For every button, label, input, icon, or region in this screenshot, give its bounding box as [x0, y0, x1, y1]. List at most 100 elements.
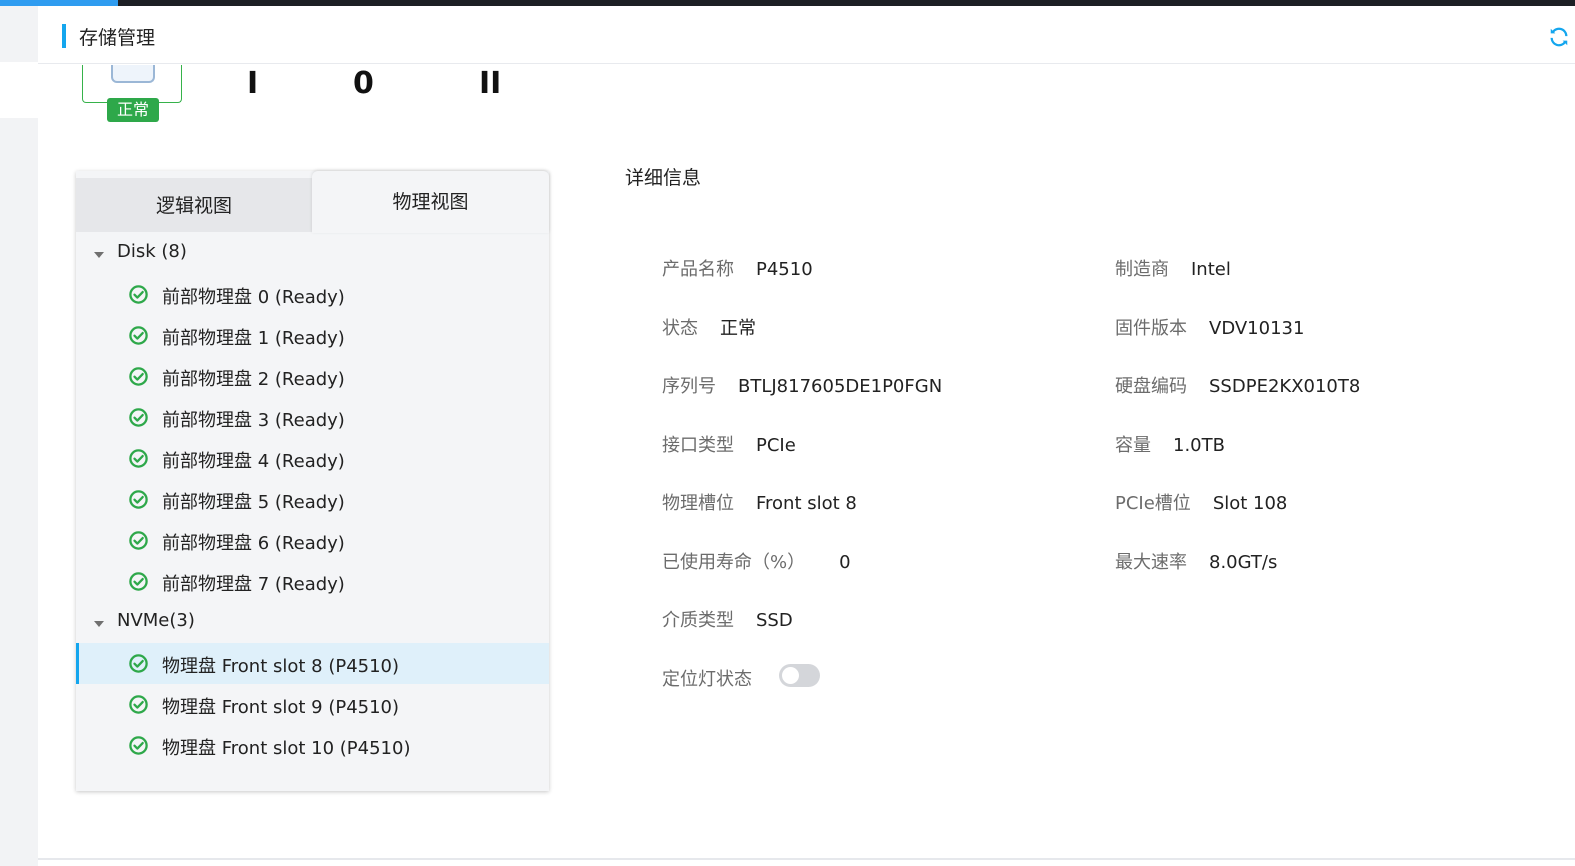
field-life-used: 已使用寿命（%） 0 — [662, 548, 851, 574]
tree-group-label: Disk (8) — [117, 241, 187, 262]
field-label: 状态 — [662, 318, 698, 339]
field-value: 1.0TB — [1173, 435, 1225, 456]
check-circle-icon — [128, 366, 149, 387]
check-circle-icon — [128, 284, 149, 305]
summary-glyph: II — [479, 66, 502, 101]
check-circle-icon — [128, 530, 149, 551]
field-label: 最大速率 — [1115, 552, 1187, 573]
tree-node[interactable]: 前部物理盘 3 (Ready) — [76, 397, 549, 438]
field-manufacturer: 制造商 Intel — [1115, 255, 1231, 281]
left-gutter-tab — [0, 62, 38, 118]
tree-node-label: 前部物理盘 5 (Ready) — [162, 492, 345, 513]
field-label: 序列号 — [662, 376, 716, 397]
tree-node[interactable]: 前部物理盘 0 (Ready) — [76, 274, 549, 315]
field-label: 定位灯状态 — [662, 669, 752, 690]
toggle-knob — [782, 667, 799, 684]
field-product-name: 产品名称 P4510 — [662, 255, 813, 281]
tree-node[interactable]: 前部物理盘 5 (Ready) — [76, 479, 549, 520]
details-title: 详细信息 — [625, 167, 702, 189]
field-label: 产品名称 — [662, 259, 734, 280]
field-value: BTLJ817605DE1P0FGN — [738, 376, 943, 397]
check-circle-icon — [128, 735, 149, 756]
check-circle-icon — [128, 489, 149, 510]
check-circle-icon — [128, 448, 149, 469]
tree-node-label: 前部物理盘 4 (Ready) — [162, 451, 345, 472]
tree-group-label: NVMe(3) — [117, 610, 195, 631]
field-value: P4510 — [756, 259, 813, 280]
field-value: SSD — [756, 610, 793, 631]
check-circle-icon — [128, 407, 149, 428]
tree-node-label: 前部物理盘 2 (Ready) — [162, 369, 345, 390]
tree-node[interactable]: 前部物理盘 2 (Ready) — [76, 356, 549, 397]
tree-node-label: 前部物理盘 1 (Ready) — [162, 328, 345, 349]
tree-group[interactable]: NVMe(3) — [76, 602, 549, 643]
field-media-type: 介质类型 SSD — [662, 606, 793, 632]
field-value: 正常 — [720, 318, 756, 339]
tab-physical-view[interactable]: 物理视图 — [312, 171, 549, 233]
tab-logical-view[interactable]: 逻辑视图 — [76, 178, 312, 232]
field-disk-model: 硬盘编码 SSDPE2KX010T8 — [1115, 372, 1360, 398]
summary-glyph: 0 — [353, 66, 374, 101]
disk-icon — [111, 65, 155, 83]
page-title: 存储管理 — [79, 27, 156, 49]
tree-node-label: 物理盘 Front slot 8 (P4510) — [162, 656, 400, 677]
header-accent-bar — [62, 24, 66, 48]
field-label: 固件版本 — [1115, 318, 1187, 339]
tree-node-label: 前部物理盘 3 (Ready) — [162, 410, 345, 431]
field-value: Front slot 8 — [756, 493, 857, 514]
caret-down-icon[interactable] — [94, 252, 104, 258]
tree-node[interactable]: 物理盘 Front slot 10 (P4510) — [76, 725, 549, 766]
check-circle-icon — [128, 694, 149, 715]
field-value: PCIe — [756, 435, 796, 456]
refresh-icon[interactable] — [1548, 26, 1570, 48]
device-tree: Disk (8) 前部物理盘 0 (Ready) 前部物理盘 1 (Ready) 前部… — [76, 233, 549, 766]
field-value: VDV10131 — [1209, 318, 1305, 339]
field-status: 状态 正常 — [662, 314, 756, 340]
locate-led-toggle[interactable] — [779, 664, 820, 687]
tree-node[interactable]: 前部物理盘 6 (Ready) — [76, 520, 549, 561]
field-label: 接口类型 — [662, 435, 734, 456]
tree-node-label: 前部物理盘 0 (Ready) — [162, 287, 345, 308]
field-value: Intel — [1191, 259, 1231, 280]
tree-node[interactable]: 前部物理盘 1 (Ready) — [76, 315, 549, 356]
tree-node[interactable]: 物理盘 Front slot 9 (P4510) — [76, 684, 549, 725]
main-content: 正常 I 0 II 逻辑视图 物理视图 Disk (8) 前部物理盘 0 (Rea… — [38, 65, 1575, 860]
tree-node-label: 物理盘 Front slot 9 (P4510) — [162, 697, 400, 718]
field-interface-type: 接口类型 PCIe — [662, 431, 796, 457]
tree-node[interactable]: 前部物理盘 7 (Ready) — [76, 561, 549, 602]
tree-node-label: 物理盘 Front slot 10 (P4510) — [162, 738, 411, 759]
field-value: 8.0GT/s — [1209, 552, 1278, 573]
field-label: 容量 — [1115, 435, 1151, 456]
field-firmware-version: 固件版本 VDV10131 — [1115, 314, 1304, 340]
field-serial-number: 序列号 BTLJ817605DE1P0FGN — [662, 372, 942, 398]
left-gutter — [0, 6, 38, 866]
field-physical-slot: 物理槽位 Front slot 8 — [662, 489, 857, 515]
field-label: PCIe槽位 — [1115, 493, 1191, 514]
field-max-rate: 最大速率 8.0GT/s — [1115, 548, 1277, 574]
field-pcie-slot: PCIe槽位 Slot 108 — [1115, 489, 1287, 515]
field-capacity: 容量 1.0TB — [1115, 431, 1225, 457]
tree-node[interactable]: 物理盘 Front slot 8 (P4510) — [76, 643, 549, 684]
field-value: SSDPE2KX010T8 — [1209, 376, 1361, 397]
field-value: Slot 108 — [1212, 493, 1288, 514]
tree-node-label: 前部物理盘 6 (Ready) — [162, 533, 345, 554]
tree-group[interactable]: Disk (8) — [76, 233, 549, 274]
caret-down-icon[interactable] — [94, 621, 104, 627]
field-locate-led: 定位灯状态 — [662, 665, 752, 691]
field-label: 硬盘编码 — [1115, 376, 1187, 397]
field-label: 物理槽位 — [662, 493, 734, 514]
storage-tree-panel: 逻辑视图 物理视图 Disk (8) 前部物理盘 0 (Ready) 前部物理盘 1… — [76, 171, 549, 791]
field-label: 介质类型 — [662, 610, 734, 631]
tree-node-label: 前部物理盘 7 (Ready) — [162, 574, 345, 595]
page-header: 存储管理 — [38, 6, 1575, 64]
field-value: 0 — [839, 552, 851, 573]
summary-glyph: I — [247, 66, 259, 101]
check-circle-icon — [128, 653, 149, 674]
tree-node[interactable]: 前部物理盘 4 (Ready) — [76, 438, 549, 479]
check-circle-icon — [128, 325, 149, 346]
bottom-divider — [38, 858, 1575, 860]
field-label: 制造商 — [1115, 259, 1169, 280]
check-circle-icon — [128, 571, 149, 592]
status-badge: 正常 — [107, 98, 159, 122]
field-label: 已使用寿命（%） — [662, 552, 806, 573]
